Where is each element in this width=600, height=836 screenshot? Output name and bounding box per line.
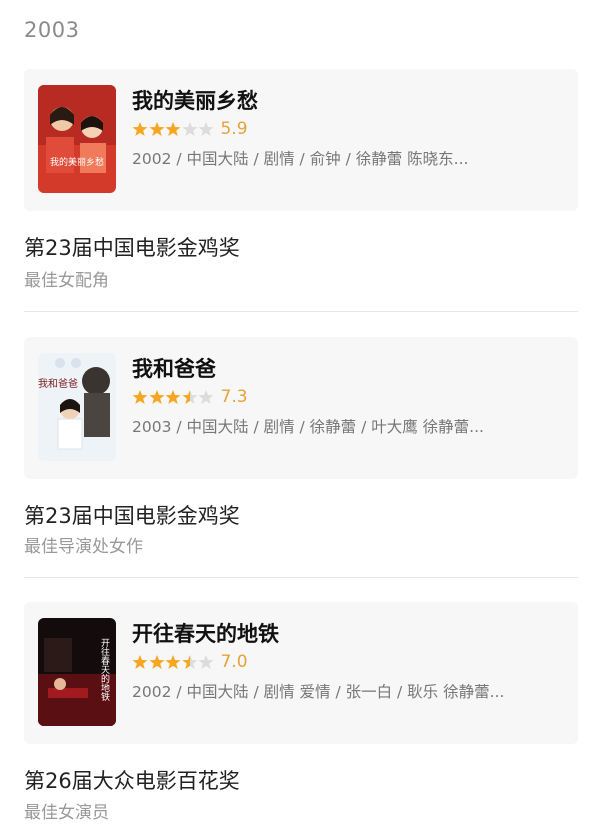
star-icon xyxy=(198,390,214,404)
star-icon xyxy=(182,655,197,669)
rating-score: 5.9 xyxy=(220,119,248,139)
rating: 5.9 xyxy=(132,119,248,139)
star-icon xyxy=(182,122,197,136)
star-icon xyxy=(165,122,181,136)
poster-title-text: 我和爸爸 xyxy=(38,377,78,390)
film-title[interactable]: 开往春天的地铁 xyxy=(132,618,279,648)
film-poster[interactable]: 开往春天的地铁 xyxy=(38,618,116,726)
star-rating xyxy=(132,654,215,670)
star-icon xyxy=(165,390,181,404)
film-meta: 2002 / 中国大陆 / 剧情 爱情 / 张一白 / 耿乐 徐静蕾... xyxy=(132,683,505,701)
award-category: 最佳导演处女作 xyxy=(24,537,143,557)
film-card[interactable]: 我和爸爸 我和爸爸 7.3 2003 / 中国大陆 / 剧情 / 徐静蕾 / 叶… xyxy=(24,337,578,479)
film-title[interactable]: 我和爸爸 xyxy=(132,353,216,383)
film-card[interactable]: 开往春天的地铁 开往春天的地铁 7.0 2002 / 中国大陆 / 剧情 爱情 … xyxy=(24,602,578,744)
star-icon xyxy=(149,390,164,404)
film-title[interactable]: 我的美丽乡愁 xyxy=(132,85,258,115)
star-icon xyxy=(132,655,148,669)
film-meta: 2002 / 中国大陆 / 剧情 / 俞钟 / 徐静蕾 陈晓东... xyxy=(132,150,469,168)
award-name: 第23届中国电影金鸡奖 xyxy=(24,504,240,528)
star-icon xyxy=(149,122,164,136)
award-name: 第26届大众电影百花奖 xyxy=(24,769,240,793)
poster-title-text: 开往春天的地铁 xyxy=(99,638,110,702)
star-icon xyxy=(132,122,148,136)
film-poster[interactable]: 我的美丽乡愁 xyxy=(38,85,116,193)
divider xyxy=(24,577,578,578)
star-icon xyxy=(182,390,197,404)
rating: 7.3 xyxy=(132,387,248,407)
star-rating xyxy=(132,389,215,405)
star-rating xyxy=(132,121,215,137)
star-icon xyxy=(132,390,148,404)
year-heading: 2003 xyxy=(24,18,80,42)
rating-score: 7.3 xyxy=(220,387,248,407)
star-icon xyxy=(165,655,181,669)
award-name: 第23届中国电影金鸡奖 xyxy=(24,236,240,260)
film-card[interactable]: 我的美丽乡愁 我的美丽乡愁 5.9 2002 / 中国大陆 / 剧情 / 俞钟 … xyxy=(24,69,578,211)
divider xyxy=(24,311,578,312)
star-icon xyxy=(149,655,164,669)
star-icon xyxy=(198,655,214,669)
award-category: 最佳女配角 xyxy=(24,271,109,291)
rating-score: 7.0 xyxy=(220,652,248,672)
award-category: 最佳女演员 xyxy=(24,803,109,823)
star-icon xyxy=(198,122,214,136)
film-meta: 2003 / 中国大陆 / 剧情 / 徐静蕾 / 叶大鹰 徐静蕾... xyxy=(132,418,484,436)
poster-title-text: 我的美丽乡愁 xyxy=(50,156,104,168)
rating: 7.0 xyxy=(132,652,248,672)
film-poster[interactable]: 我和爸爸 xyxy=(38,353,116,461)
